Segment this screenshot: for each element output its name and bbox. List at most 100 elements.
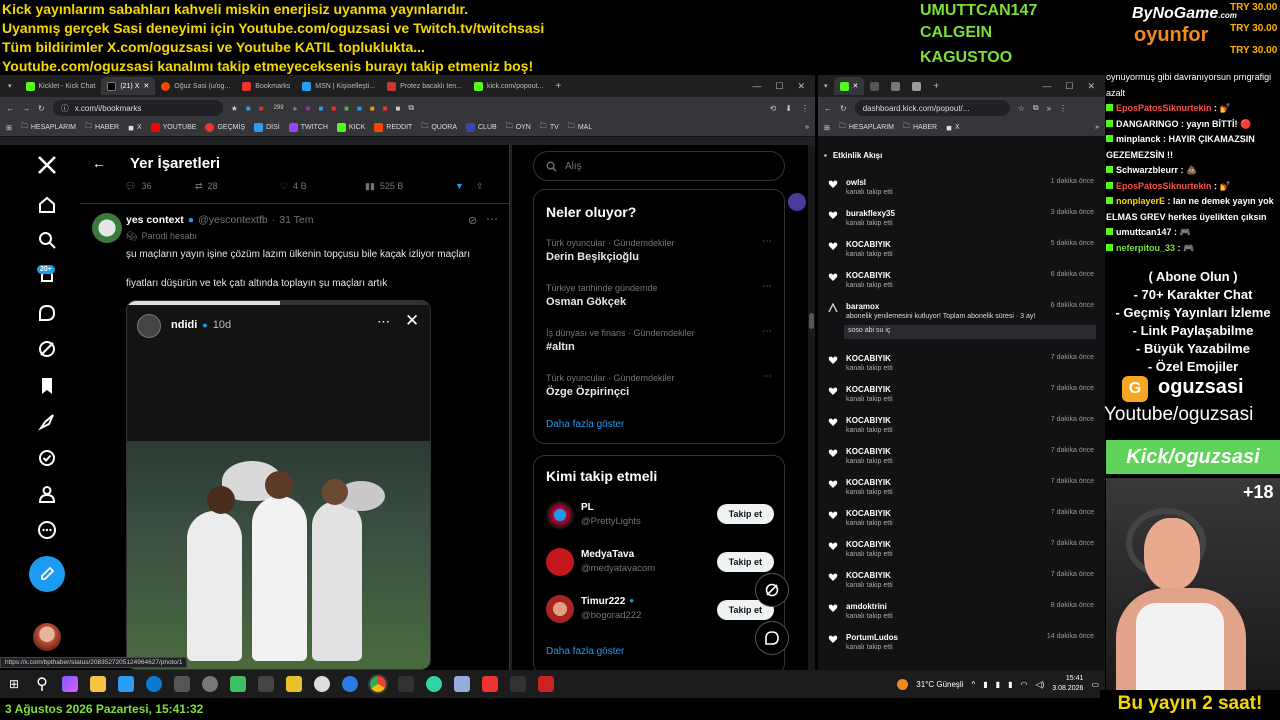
volume-icon[interactable]: ◁) bbox=[1035, 680, 1044, 689]
tab-kick-popout[interactable]: kick.com/popout... bbox=[468, 77, 549, 95]
trend-more-icon[interactable]: ⋯ bbox=[762, 371, 772, 382]
repost-button[interactable]: ⇄ 28 bbox=[195, 181, 280, 192]
chat-username[interactable]: EposPatosSiknurtekin bbox=[1116, 103, 1212, 113]
event-username[interactable]: KOCABIYIK bbox=[846, 271, 891, 280]
chat-username[interactable]: neferpitou_33 bbox=[1116, 243, 1175, 253]
back-arrow-icon[interactable]: ← bbox=[92, 155, 106, 171]
rocket-icon[interactable] bbox=[36, 411, 58, 433]
trend-name[interactable]: #altın bbox=[546, 341, 575, 353]
search-icon[interactable]: ⚲ bbox=[34, 676, 50, 693]
tab[interactable] bbox=[906, 77, 927, 95]
app-icon[interactable] bbox=[538, 676, 554, 692]
event-username[interactable]: KOCABIYIK bbox=[846, 385, 891, 394]
event-username[interactable]: owlsl bbox=[846, 178, 866, 187]
tab-kick-dashboard[interactable]: ✕ bbox=[833, 77, 865, 95]
event-username[interactable]: KOCABIYIK bbox=[846, 540, 891, 549]
minimize-button[interactable]: — bbox=[752, 81, 761, 92]
suggestion-avatar[interactable] bbox=[546, 548, 574, 576]
story-close-icon[interactable]: ✕ bbox=[405, 311, 419, 331]
camera-icon[interactable] bbox=[174, 676, 190, 692]
event-username[interactable]: burakflexy35 bbox=[846, 209, 895, 218]
tab-list-button[interactable]: ▾ bbox=[818, 77, 834, 95]
file-explorer-icon[interactable] bbox=[90, 676, 106, 692]
tab-x[interactable]: (21) X ✕ bbox=[101, 77, 156, 95]
puzzle-icon[interactable]: ⧉ bbox=[408, 103, 414, 113]
new-tab-button[interactable]: + bbox=[555, 81, 561, 92]
extension-icon[interactable]: ■ bbox=[331, 104, 336, 113]
event-username[interactable]: baramox bbox=[846, 302, 879, 311]
bookmark-mal[interactable]: 🗀 MAL bbox=[568, 122, 592, 133]
app-icon[interactable] bbox=[314, 676, 330, 692]
bookmark-tv[interactable]: 🗀 TV bbox=[540, 122, 559, 133]
suggestion-name[interactable]: PL bbox=[581, 502, 594, 513]
event-username[interactable]: KOCABIYIK bbox=[846, 571, 891, 580]
more-tools-icon[interactable]: » bbox=[1047, 104, 1051, 113]
app-icon[interactable] bbox=[202, 676, 218, 692]
reply-button[interactable]: 💬︎ 36 bbox=[125, 181, 195, 192]
edge-icon[interactable] bbox=[146, 676, 162, 692]
show-more-link[interactable]: Daha fazla göster bbox=[546, 419, 624, 430]
extension-icon[interactable]: ▸ bbox=[294, 104, 298, 113]
app-icon[interactable] bbox=[342, 676, 358, 692]
grok-icon[interactable]: ⊘ bbox=[468, 214, 477, 227]
app-icon[interactable] bbox=[482, 676, 498, 692]
trend-name[interactable]: Osman Gökçek bbox=[546, 296, 626, 308]
tab-list-button[interactable]: ▾ bbox=[0, 77, 20, 95]
search-icon[interactable] bbox=[36, 229, 58, 251]
bookmark-club[interactable]: CLUB bbox=[466, 123, 497, 132]
bookmark-oyn[interactable]: 🗀 OYN bbox=[506, 122, 531, 133]
chat-username[interactable]: EposPatosSiknurtekin bbox=[1116, 181, 1212, 191]
site-info-icon[interactable]: ⓘ bbox=[61, 103, 69, 114]
extension-icon[interactable]: ■ bbox=[396, 104, 401, 113]
event-username[interactable]: PortumLudos bbox=[846, 633, 898, 642]
suggestion-avatar[interactable] bbox=[546, 501, 574, 529]
account-avatar[interactable] bbox=[33, 623, 61, 651]
close-window-button[interactable]: ✕ bbox=[1087, 81, 1095, 92]
page-scrollbar[interactable] bbox=[808, 145, 815, 670]
tab[interactable] bbox=[864, 77, 885, 95]
suggestion-name[interactable]: MedyaTava bbox=[581, 549, 634, 560]
show-more-link[interactable]: Daha fazla göster bbox=[546, 646, 624, 657]
tray-chevron-icon[interactable]: ^ bbox=[971, 680, 975, 689]
tweet-media[interactable]: ndidi ● 10d ⋯ ✕ bbox=[126, 300, 431, 670]
new-tab-button[interactable]: + bbox=[933, 81, 939, 92]
tray-icon[interactable]: ▮ bbox=[1008, 680, 1012, 689]
bookmark-star-icon[interactable]: ☆ bbox=[1018, 104, 1025, 113]
close-tab-icon[interactable]: ✕ bbox=[143, 82, 149, 90]
event-username[interactable]: KOCABIYIK bbox=[846, 354, 891, 363]
app-icon[interactable] bbox=[454, 676, 470, 692]
puzzle-icon[interactable]: ⧉ bbox=[1033, 103, 1039, 113]
maximize-button[interactable]: ☐ bbox=[1065, 81, 1073, 92]
chat-username[interactable]: DANGARINGO bbox=[1116, 119, 1179, 129]
bookmark-twitch[interactable]: TWITCH bbox=[288, 123, 328, 132]
suggestion-name[interactable]: Timur222 bbox=[581, 596, 625, 607]
trend-name[interactable]: Derin Beşikçioğlu bbox=[546, 251, 639, 263]
event-username[interactable]: amdoktrini bbox=[846, 602, 887, 611]
suggestion-avatar[interactable] bbox=[546, 595, 574, 623]
app-icon[interactable] bbox=[118, 676, 134, 692]
more-icon[interactable] bbox=[36, 519, 58, 541]
download-icon[interactable]: ⬇ bbox=[785, 104, 792, 113]
bookmarks-icon[interactable] bbox=[36, 375, 58, 397]
extension-badge[interactable]: 299 bbox=[271, 105, 286, 111]
x-logo-icon[interactable] bbox=[36, 154, 58, 176]
more-bookmarks-icon[interactable]: » bbox=[1095, 124, 1099, 131]
share-icon[interactable]: ⇪ bbox=[476, 181, 484, 192]
suggestion-handle[interactable]: @medyatavacom bbox=[581, 563, 655, 574]
floating-extension-icon[interactable] bbox=[788, 193, 806, 211]
apps-icon[interactable]: ⊞ bbox=[6, 124, 12, 132]
follow-button[interactable]: Takip et bbox=[716, 552, 774, 572]
like-button[interactable]: ♡ 4 B bbox=[280, 181, 365, 192]
apps-icon[interactable]: ⊞ bbox=[824, 124, 830, 132]
chat-username[interactable]: Schwarzbleurr bbox=[1116, 165, 1178, 175]
tab-msn[interactable]: MSN | Kişiselleşti... bbox=[296, 77, 381, 95]
messages-icon[interactable] bbox=[36, 302, 58, 324]
bookmark-star-icon[interactable]: ★ bbox=[231, 104, 238, 113]
copilot-icon[interactable] bbox=[62, 676, 78, 692]
event-username[interactable]: KOCABIYIK bbox=[846, 509, 891, 518]
grok-icon[interactable] bbox=[36, 338, 58, 360]
bookmark-folder[interactable]: 🗀 HABER bbox=[85, 122, 119, 133]
reload-icon[interactable]: ↻ bbox=[840, 104, 847, 113]
views-button[interactable]: ▮▮ 525 B bbox=[365, 181, 455, 192]
compose-post-button[interactable] bbox=[29, 556, 65, 592]
